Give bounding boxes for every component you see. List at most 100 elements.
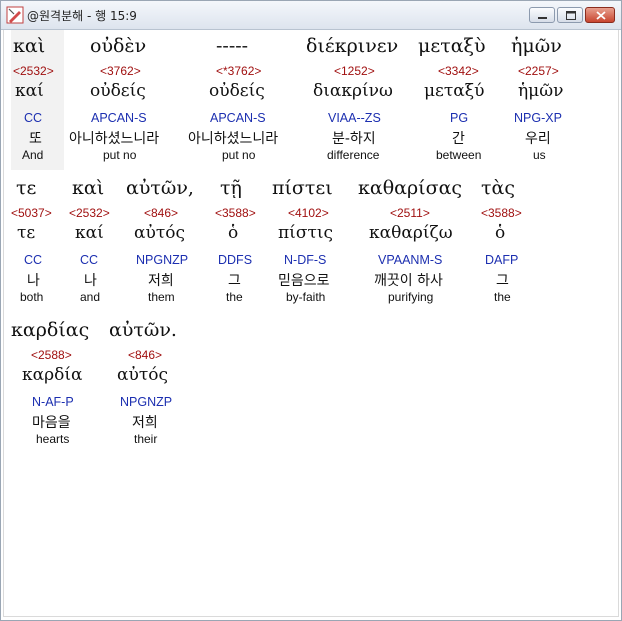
word-block[interactable]: ἡμῶν <2257> ἡμῶν NPG-XP 우리 us <box>507 30 577 170</box>
strong-number: <2511> <box>390 206 430 220</box>
parse-code: CC <box>24 253 43 267</box>
greek-word: καὶ <box>72 177 105 199</box>
strong-number: <2257> <box>518 64 559 78</box>
parse-code: APCAN-S <box>210 111 266 125</box>
parse-code: DAFP <box>485 253 519 267</box>
title-bar[interactable]: @원격분해 - 행 15:9 <box>1 1 621 30</box>
word-block[interactable]: οὐδὲν <3762> οὐδείς APCAN-S 아니하셨느니라 put … <box>66 30 181 170</box>
strong-number: <846> <box>128 348 163 362</box>
parse-code: N-AF-P <box>32 395 74 409</box>
parse-code: CC <box>24 111 43 125</box>
word-block[interactable]: ----- <*3762> οὐδείς APCAN-S 아니하셨느니라 put… <box>184 30 299 170</box>
english-gloss: hearts <box>36 432 70 446</box>
word-block[interactable]: αὐτῶν. <846> αὐτός NPGNZP 저희 their <box>109 314 189 454</box>
minimize-button[interactable] <box>529 7 555 23</box>
korean-gloss: 믿음으로 <box>278 273 330 289</box>
greek-word: μεταξὺ <box>418 35 486 57</box>
parse-code: NPG-XP <box>514 111 562 125</box>
word-block[interactable]: τῇ <3588> ὁ DDFS 그 the <box>212 172 262 312</box>
lemma: πίστις <box>278 223 334 243</box>
greek-word: αὐτῶν, <box>126 177 194 199</box>
parse-code: APCAN-S <box>91 111 147 125</box>
word-block[interactable]: καρδίας <2588> καρδία N-AF-P 마음을 hearts <box>9 314 99 454</box>
lemma: καρδία <box>22 365 83 385</box>
english-gloss: purifying <box>388 290 434 304</box>
lemma: μεταξύ <box>424 81 485 101</box>
english-gloss: And <box>22 148 44 162</box>
app-window: @원격분해 - 행 15:9 καὶ <2532> καί CC 또 And ο… <box>0 0 622 621</box>
strong-number: <*3762> <box>216 64 262 78</box>
lemma: ἡμῶν <box>518 81 564 101</box>
strong-number: <3588> <box>215 206 256 220</box>
english-gloss: difference <box>327 148 380 162</box>
korean-gloss: 마음을 <box>32 415 71 431</box>
pen-icon <box>6 6 24 24</box>
english-gloss: by-faith <box>286 290 326 304</box>
strong-number: <1252> <box>334 64 375 78</box>
lemma: ὁ <box>495 223 506 243</box>
word-block[interactable]: μεταξὺ <3342> μεταξύ PG 간 between <box>416 30 501 170</box>
lemma: αὐτός <box>117 365 168 385</box>
greek-word: καθαρίσας <box>358 177 463 199</box>
greek-word: πίστει <box>272 177 333 199</box>
parse-code: NPGNZP <box>136 253 189 267</box>
strong-number: <3588> <box>481 206 522 220</box>
english-gloss: them <box>148 290 175 304</box>
maximize-button[interactable] <box>557 7 583 23</box>
english-gloss: both <box>20 290 44 304</box>
greek-word: τε <box>16 177 37 199</box>
parse-code: VPAANM-S <box>378 253 443 267</box>
lemma: διακρίνω <box>313 81 393 101</box>
greek-word: διέκρινεν <box>306 35 399 57</box>
close-icon <box>596 11 606 20</box>
greek-word: αὐτῶν. <box>109 319 177 341</box>
word-block[interactable]: καθαρίσας <2511> καθαρίζω VPAANM-S 깨끗이 하… <box>356 172 466 312</box>
parse-code: VIAA--ZS <box>328 111 381 125</box>
english-gloss: the <box>494 290 511 304</box>
word-block[interactable]: καὶ <2532> καί CC 나 and <box>66 172 116 312</box>
lemma: ὁ <box>228 223 239 243</box>
english-gloss: the <box>226 290 243 304</box>
word-block[interactable]: τε <5037> τε CC 나 both <box>11 172 61 312</box>
greek-word: καὶ <box>13 35 46 57</box>
parse-code: NPGNZP <box>120 395 173 409</box>
word-block[interactable]: πίστει <4102> πίστις N-DF-S 믿음으로 by-fait… <box>270 172 350 312</box>
strong-number: <3342> <box>438 64 479 78</box>
lemma: αὐτός <box>134 223 185 243</box>
greek-word: ----- <box>216 35 249 57</box>
korean-gloss: 그 <box>496 273 509 289</box>
english-gloss: and <box>80 290 101 304</box>
word-block[interactable]: διέκρινεν <1252> διακρίνω VIAA--ZS 분-하지 … <box>304 30 409 170</box>
english-gloss: put no <box>222 148 256 162</box>
korean-gloss: 나 <box>27 273 40 289</box>
strong-number: <2532> <box>13 64 54 78</box>
greek-word: τῇ <box>220 177 242 199</box>
english-gloss: between <box>436 148 482 162</box>
window-title: @원격분해 - 행 15:9 <box>27 9 137 23</box>
korean-gloss: 아니하셨느니라 <box>188 131 279 147</box>
close-button[interactable] <box>585 7 615 23</box>
strong-number: <3762> <box>100 64 141 78</box>
korean-gloss: 그 <box>228 273 241 289</box>
strong-number: <2532> <box>69 206 110 220</box>
parse-code: DDFS <box>218 253 253 267</box>
korean-gloss: 우리 <box>525 131 551 147</box>
english-gloss: put no <box>103 148 137 162</box>
minimize-icon <box>538 17 547 19</box>
strong-number: <2588> <box>31 348 72 362</box>
word-block[interactable]: αὐτῶν, <846> αὐτός NPGNZP 저희 them <box>124 172 204 312</box>
lemma: τε <box>17 223 36 243</box>
lemma: οὐδείς <box>209 81 265 101</box>
korean-gloss: 또 <box>29 131 42 147</box>
lemma: καί <box>15 81 44 101</box>
korean-gloss: 깨끗이 하사 <box>374 273 443 289</box>
lemma: οὐδείς <box>90 81 146 101</box>
korean-gloss: 나 <box>84 273 97 289</box>
parse-code: PG <box>450 111 469 125</box>
word-block[interactable]: τὰς <3588> ὁ DAFP 그 the <box>478 172 533 312</box>
english-gloss: us <box>533 148 546 162</box>
word-block[interactable]: καὶ <2532> καί CC 또 And <box>11 30 64 170</box>
interlinear-panel[interactable]: καὶ <2532> καί CC 또 And οὐδὲν <3762> οὐδ… <box>3 30 619 617</box>
strong-number: <4102> <box>288 206 329 220</box>
korean-gloss: 저희 <box>132 415 158 431</box>
